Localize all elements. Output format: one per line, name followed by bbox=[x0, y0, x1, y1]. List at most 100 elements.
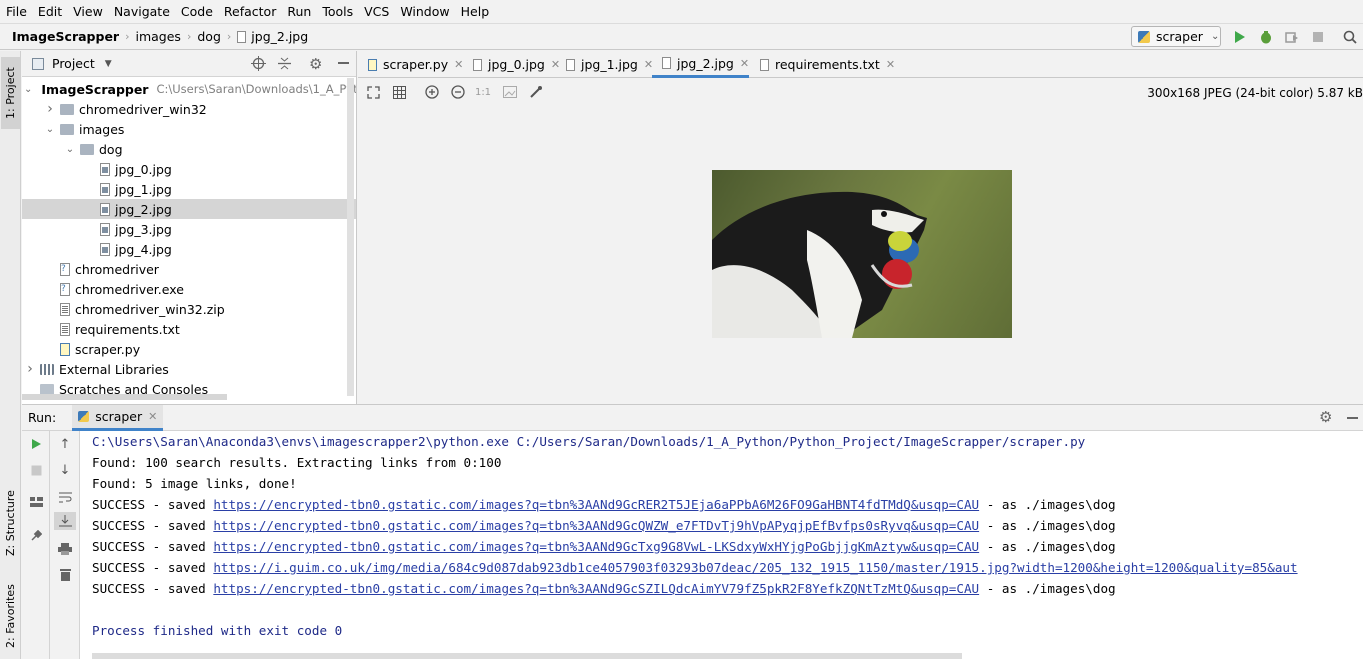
tree-item[interactable]: jpg_0.jpg bbox=[22, 159, 356, 179]
console-link[interactable]: https://i.guim.co.uk/img/media/684c9d087… bbox=[213, 560, 1297, 575]
breadcrumb-item[interactable]: images bbox=[136, 29, 181, 44]
menu-run[interactable]: Run bbox=[281, 4, 316, 19]
console-link[interactable]: https://encrypted-tbn0.gstatic.com/image… bbox=[213, 497, 979, 512]
image-file-icon bbox=[100, 222, 110, 236]
coverage-icon bbox=[1285, 32, 1298, 43]
menu-tools[interactable]: Tools bbox=[316, 4, 358, 19]
editor-tab-label: jpg_1.jpg bbox=[581, 57, 638, 72]
chevron-right-icon[interactable]: › bbox=[24, 361, 36, 377]
run-configuration-select[interactable]: scraper ⌄ bbox=[1131, 26, 1221, 47]
actual-size-label: 1:1 bbox=[474, 86, 492, 98]
tree-item[interactable]: requirements.txt bbox=[22, 319, 356, 339]
tree-item[interactable]: jpg_4.jpg bbox=[22, 239, 356, 259]
tree-item[interactable]: jpg_3.jpg bbox=[22, 219, 356, 239]
console-link[interactable]: https://encrypted-tbn0.gstatic.com/image… bbox=[213, 518, 979, 533]
color-picker-button[interactable] bbox=[528, 84, 544, 100]
collapse-all-icon[interactable] bbox=[277, 56, 292, 71]
chevron-down-icon[interactable]: ⌄ bbox=[64, 144, 76, 155]
minimize-icon[interactable] bbox=[338, 62, 349, 64]
menu-refactor[interactable]: Refactor bbox=[218, 4, 281, 19]
minimize-icon[interactable] bbox=[1347, 417, 1358, 419]
tree-item[interactable]: ⌄ ImageScrapper C:\Users\Saran\Downloads\1… bbox=[22, 79, 356, 99]
menu-file[interactable]: File bbox=[0, 4, 32, 19]
tree-item[interactable]: ? chromedriver.exe bbox=[22, 279, 356, 299]
console-line: SUCCESS - saved https://encrypted-tbn0.g… bbox=[92, 515, 1116, 536]
tree-item[interactable]: chromedriver_win32.zip bbox=[22, 299, 356, 319]
editor-tab[interactable]: jpg_1.jpg ✕ bbox=[556, 51, 653, 78]
clear-all-button[interactable] bbox=[56, 565, 74, 583]
stop-button[interactable] bbox=[1309, 28, 1327, 46]
breadcrumb-item[interactable]: dog bbox=[197, 29, 221, 44]
debug-button[interactable] bbox=[1257, 28, 1275, 46]
console-link[interactable]: https://encrypted-tbn0.gstatic.com/image… bbox=[213, 581, 979, 596]
tree-item[interactable]: › External Libraries bbox=[22, 359, 356, 379]
menu-edit[interactable]: Edit bbox=[32, 4, 67, 19]
zoom-in-button[interactable] bbox=[424, 84, 440, 100]
search-everywhere-button[interactable] bbox=[1341, 28, 1359, 46]
run-tab-scraper[interactable]: scraper ✕ bbox=[72, 404, 164, 431]
structure-tool-tab[interactable]: Z: Structure bbox=[1, 479, 20, 567]
background-toggle-button[interactable] bbox=[502, 84, 518, 100]
editor-tab[interactable]: requirements.txt ✕ bbox=[750, 51, 895, 78]
menu-navigate[interactable]: Navigate bbox=[108, 4, 175, 19]
close-icon[interactable]: ✕ bbox=[454, 58, 463, 71]
menu-help[interactable]: Help bbox=[455, 4, 495, 19]
tree-item-label: images bbox=[79, 121, 125, 137]
run-console[interactable]: C:\Users\Saran\Anaconda3\envs\imagescrap… bbox=[80, 431, 1363, 659]
project-view-select[interactable]: Project bbox=[52, 56, 95, 71]
menu-window[interactable]: Window bbox=[394, 4, 454, 19]
tree-item[interactable]: ⌄ dog bbox=[22, 139, 356, 159]
actual-size-button[interactable]: 1:1 bbox=[475, 84, 491, 100]
tree-item[interactable]: jpg_2.jpg bbox=[22, 199, 356, 219]
grid-toggle-button[interactable] bbox=[391, 84, 407, 100]
editor-tab[interactable]: jpg_0.jpg ✕ bbox=[463, 51, 560, 78]
stop-button[interactable] bbox=[27, 461, 45, 479]
menu-code[interactable]: Code bbox=[175, 4, 218, 19]
close-icon[interactable]: ✕ bbox=[740, 57, 749, 70]
pin-button[interactable] bbox=[27, 527, 45, 545]
fit-zoom-button[interactable] bbox=[365, 84, 381, 100]
chevron-down-icon[interactable]: ⌄ bbox=[24, 84, 32, 95]
tree-item-label: dog bbox=[99, 141, 123, 157]
console-link[interactable]: https://encrypted-tbn0.gstatic.com/image… bbox=[213, 539, 979, 554]
locate-icon[interactable] bbox=[251, 56, 266, 71]
menu-view[interactable]: View bbox=[67, 4, 108, 19]
favorites-tool-tab[interactable]: 2: Favorites bbox=[1, 577, 20, 655]
tree-item[interactable]: › chromedriver_win32 bbox=[22, 99, 356, 119]
tree-item[interactable]: ? chromedriver bbox=[22, 259, 356, 279]
scroll-to-end-button[interactable] bbox=[54, 512, 76, 530]
editor-tab[interactable]: scraper.py ✕ bbox=[358, 51, 463, 78]
folder-icon bbox=[60, 123, 74, 135]
editor-tab[interactable]: jpg_2.jpg ✕ bbox=[652, 51, 750, 78]
scroll-up-button[interactable]: ↑ bbox=[56, 435, 74, 453]
coverage-button[interactable] bbox=[1283, 28, 1301, 46]
run-button[interactable] bbox=[1231, 28, 1249, 46]
project-vertical-scrollbar[interactable] bbox=[347, 78, 354, 396]
project-tool-tab[interactable]: 1: Project bbox=[1, 57, 20, 129]
layout-button[interactable] bbox=[27, 493, 45, 511]
tree-item[interactable]: jpg_1.jpg bbox=[22, 179, 356, 199]
close-icon[interactable]: ✕ bbox=[886, 58, 895, 71]
breadcrumb-item[interactable]: jpg_2.jpg bbox=[251, 29, 308, 44]
run-toolbar-primary bbox=[22, 431, 50, 659]
soft-wrap-button[interactable] bbox=[56, 488, 74, 506]
chevron-right-icon[interactable]: › bbox=[44, 101, 56, 117]
menu-vcs[interactable]: VCS bbox=[358, 4, 394, 19]
tree-item[interactable]: ⌄ images bbox=[22, 119, 356, 139]
trash-icon bbox=[59, 568, 71, 581]
gear-icon[interactable]: ⚙ bbox=[309, 55, 322, 73]
zoom-out-button[interactable] bbox=[450, 84, 466, 100]
print-button[interactable] bbox=[56, 540, 74, 558]
gear-icon[interactable]: ⚙ bbox=[1319, 408, 1332, 426]
grid-icon bbox=[392, 85, 406, 99]
console-horizontal-scrollbar[interactable] bbox=[92, 653, 962, 659]
close-icon[interactable]: ✕ bbox=[148, 410, 157, 423]
chevron-down-icon[interactable]: ⌄ bbox=[44, 124, 56, 135]
console-line-prefix: SUCCESS - saved bbox=[92, 581, 214, 596]
tree-item[interactable]: scraper.py bbox=[22, 339, 356, 359]
scroll-down-button[interactable]: ↓ bbox=[56, 461, 74, 479]
rerun-button[interactable] bbox=[27, 435, 45, 453]
file-icon bbox=[368, 58, 377, 71]
project-horizontal-scrollbar[interactable] bbox=[22, 394, 227, 400]
breadcrumb-item[interactable]: ImageScrapper bbox=[12, 29, 119, 44]
